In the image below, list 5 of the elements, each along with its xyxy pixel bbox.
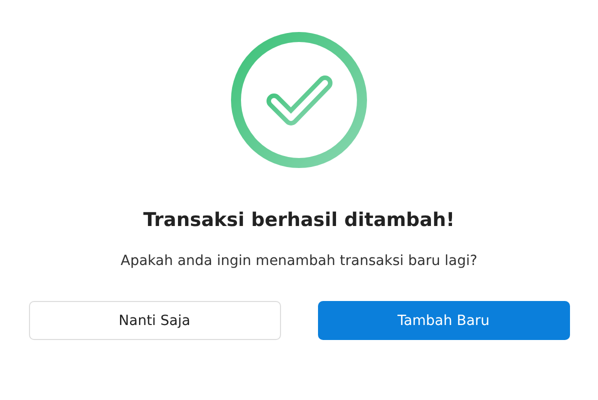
confirm-button[interactable]: Tambah Baru	[318, 301, 570, 340]
cancel-button[interactable]: Nanti Saja	[28, 301, 280, 340]
success-check-icon	[230, 31, 368, 169]
dialog-message: Apakah anda ingin menambah transaksi baru lagi?	[120, 253, 478, 269]
dialog-title: Transaksi berhasil ditambah!	[143, 209, 455, 231]
